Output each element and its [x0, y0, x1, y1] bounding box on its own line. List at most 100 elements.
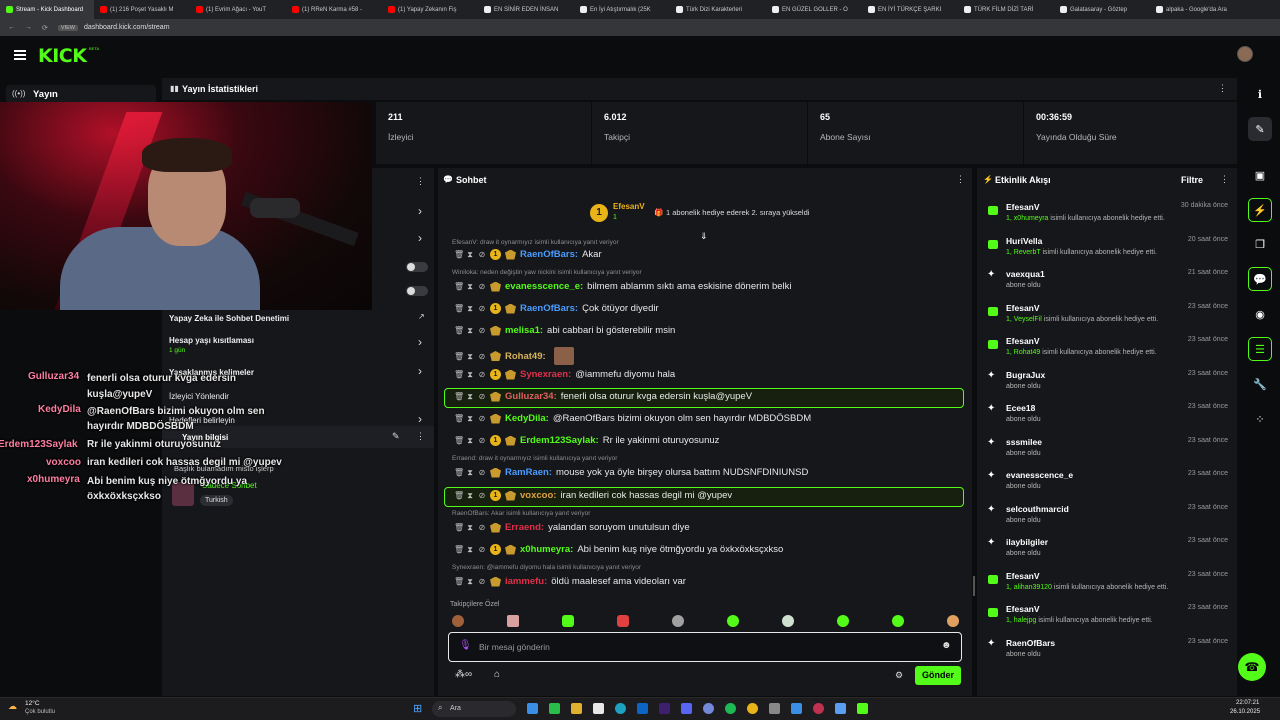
activity-item[interactable]: EfesanV 23 saat önce 1, halejpg isimli kul… — [984, 604, 1232, 637]
activity-item[interactable]: ✦ Ecee18 23 saat önce abone oldu — [984, 403, 1232, 436]
chat-username[interactable]: Erdem123Saylak: — [520, 435, 599, 446]
external-link-icon[interactable]: ↗ — [418, 312, 425, 321]
emote[interactable] — [782, 615, 794, 627]
chevron-right-icon[interactable]: › — [418, 412, 422, 426]
copy-icon[interactable]: ❐ — [1248, 232, 1272, 256]
menu-icon[interactable] — [14, 50, 26, 60]
chat-message[interactable]: 🗑 ⧗ ⊘ Gulluzar34: fenerli olsa oturur kvga e… — [454, 391, 752, 402]
avatar[interactable] — [1237, 46, 1253, 62]
delete-icon[interactable]: 🗑 — [454, 352, 464, 361]
edit-icon[interactable]: ✎ — [1248, 117, 1272, 141]
mic-icon[interactable]: 🎙 — [459, 640, 472, 651]
chat-input-box[interactable]: 🎙 Bir mesaj gönderin ☻ — [448, 632, 962, 662]
timeout-icon[interactable]: ⧗ — [466, 577, 474, 586]
activity-item[interactable]: ✦ sssmilee 23 saat önce abone oldu — [984, 437, 1232, 470]
timeout-icon[interactable]: ⧗ — [466, 304, 474, 313]
chat-message[interactable]: 🗑 ⧗ ⊘ Rohat49: — [454, 347, 574, 365]
chat-message[interactable]: 🗑 ⧗ ⊘ melisa1: abi cabbari bi gösterebilir m… — [454, 325, 675, 336]
chat-message[interactable]: 🗑 ⧗ ⊘ 1 RaenOfBars: Çok ötüyor diyedir — [454, 303, 659, 314]
taskbar-app-icon[interactable] — [835, 703, 846, 714]
chat-message[interactable]: 🗑 ⧗ ⊘ Erraend: yalandan soruyom unutulsun di… — [454, 522, 690, 533]
ban-icon[interactable]: ⊘ — [478, 523, 486, 532]
chat-message[interactable]: 🗑 ⧗ ⊘ 1 voxcoo: iran kedileri cok hassas degi… — [454, 490, 732, 501]
ban-icon[interactable]: ⊘ — [478, 352, 486, 361]
chat-message[interactable]: 🗑 ⧗ ⊘ RamRaen: mouse yok ya öyle birşey olur… — [454, 467, 808, 478]
emote[interactable] — [617, 615, 629, 627]
chat-message[interactable]: 🗑 ⧗ ⊘ iammefu: öldü maalesef ama videoları v… — [454, 576, 686, 587]
chat-icon[interactable]: 💬 — [1248, 267, 1272, 291]
delete-icon[interactable]: 🗑 — [454, 491, 464, 500]
timeout-icon[interactable]: ⧗ — [466, 326, 474, 335]
gift-target[interactable]: alihan39120 — [1014, 584, 1052, 591]
points-icon[interactable]: ⁂∞ — [455, 669, 472, 680]
activity-username[interactable]: evanesscence_e — [1006, 470, 1073, 480]
spotify-icon[interactable] — [725, 703, 736, 714]
gift-target[interactable]: halejpg — [1014, 617, 1037, 624]
activity-username[interactable]: EfesanV — [1006, 604, 1040, 614]
delete-icon[interactable]: 🗑 — [454, 370, 464, 379]
chat-message[interactable]: 🗑 ⧗ ⊘ evanesscence_e: bilmem ablamm sıktı am… — [454, 281, 792, 292]
forward-icon[interactable]: → — [25, 24, 32, 31]
url-text[interactable]: dashboard.kick.com/stream — [84, 24, 170, 31]
emote[interactable] — [507, 615, 519, 627]
chat-username[interactable]: RaenOfBars: — [520, 303, 578, 314]
taskbar-app-icon[interactable] — [681, 703, 692, 714]
delete-icon[interactable]: 🗑 — [454, 392, 464, 401]
emote[interactable] — [892, 615, 904, 627]
ban-icon[interactable]: ⊘ — [478, 370, 486, 379]
activity-item[interactable]: ✦ BugraJux 23 saat önce abone oldu — [984, 370, 1232, 403]
activity-username[interactable]: RaenOfBars — [1006, 638, 1055, 648]
chat-username[interactable]: Rohat49: — [505, 351, 546, 362]
emoji-icon[interactable]: ☻ — [941, 640, 952, 651]
activity-username[interactable]: sssmilee — [1006, 437, 1042, 447]
activity-username[interactable]: EfesanV — [1006, 202, 1040, 212]
taskbar-app-icon[interactable] — [813, 703, 824, 714]
chat-username[interactable]: KedyDila: — [505, 413, 549, 424]
chat-message[interactable]: 🗑 ⧗ ⊘ 1 Synexraen: @iammefu diyomu hala — [454, 369, 675, 380]
emote[interactable] — [672, 615, 684, 627]
wrench-icon[interactable]: 🔧 — [1248, 372, 1272, 396]
chevron-right-icon[interactable]: › — [418, 364, 422, 378]
send-button[interactable]: Gönder — [915, 666, 961, 685]
timeout-icon[interactable]: ⧗ — [466, 370, 474, 379]
chat-username[interactable]: RaenOfBars: — [520, 249, 578, 260]
chat-settings-icon[interactable]: ⚙ — [895, 670, 903, 681]
browser-tab[interactable]: (1) RReN Karma #58 - — [286, 0, 382, 19]
store-icon[interactable]: ⌂ — [494, 669, 500, 680]
activity-item[interactable]: HuriVella 20 saat önce 1, ReverbT isimli k… — [984, 236, 1232, 269]
ban-icon[interactable]: ⊘ — [478, 436, 486, 445]
browser-tab[interactable]: EN İYİ TÜRKÇE ŞARKI — [862, 0, 958, 19]
emote[interactable] — [837, 615, 849, 627]
browser-tab[interactable]: EN SİNİR EDEN İNSAN — [478, 0, 574, 19]
browser-tab[interactable]: (1) Evrim Ağacı - YouT — [190, 0, 286, 19]
chevron-right-icon[interactable]: › — [418, 335, 422, 349]
browser-tab[interactable]: alpaka - Google'da Ara — [1150, 0, 1246, 19]
chat-username[interactable]: x0humeyra: — [520, 544, 573, 555]
info-icon[interactable]: ℹ — [1248, 82, 1272, 106]
more-icon[interactable]: ⋮ — [1218, 83, 1227, 94]
edit-icon[interactable]: ✎ — [392, 431, 400, 442]
gift-target[interactable]: x0humeyra — [1014, 215, 1049, 222]
gift-target[interactable]: Rohat49 — [1014, 349, 1040, 356]
browser-tab[interactable]: EN GÜZEL GOLLER - O — [766, 0, 862, 19]
taskbar-app-icon[interactable] — [527, 703, 538, 714]
activity-username[interactable]: selcouthmarcid — [1006, 504, 1069, 514]
activity-item[interactable]: ✦ ilaybilgiler 23 saat önce abone oldu — [984, 537, 1232, 570]
taskbar-app-icon[interactable] — [857, 703, 868, 714]
activity-username[interactable]: EfesanV — [1006, 571, 1040, 581]
timeout-icon[interactable]: ⧗ — [466, 282, 474, 291]
activity-item[interactable]: ✦ selcouthmarcid 23 saat önce abone oldu — [984, 504, 1232, 537]
taskbar-app-icon[interactable] — [769, 703, 780, 714]
timeout-icon[interactable]: ⧗ — [466, 250, 474, 259]
edge-icon[interactable] — [615, 703, 626, 714]
chat-input-placeholder[interactable]: Bir mesaj gönderin — [479, 642, 550, 652]
delete-icon[interactable]: 🗑 — [454, 250, 464, 259]
gift-target[interactable]: ReverbT — [1014, 249, 1041, 256]
ban-icon[interactable]: ⊘ — [478, 392, 486, 401]
activity-item[interactable]: EfesanV 23 saat önce 1, Rohat49 isimli kul… — [984, 336, 1232, 369]
emote[interactable] — [562, 615, 574, 627]
activity-username[interactable]: ilaybilgiler — [1006, 537, 1048, 547]
ban-icon[interactable]: ⊘ — [478, 304, 486, 313]
ban-icon[interactable]: ⊘ — [478, 491, 486, 500]
taskbar-app-icon[interactable] — [593, 703, 604, 714]
